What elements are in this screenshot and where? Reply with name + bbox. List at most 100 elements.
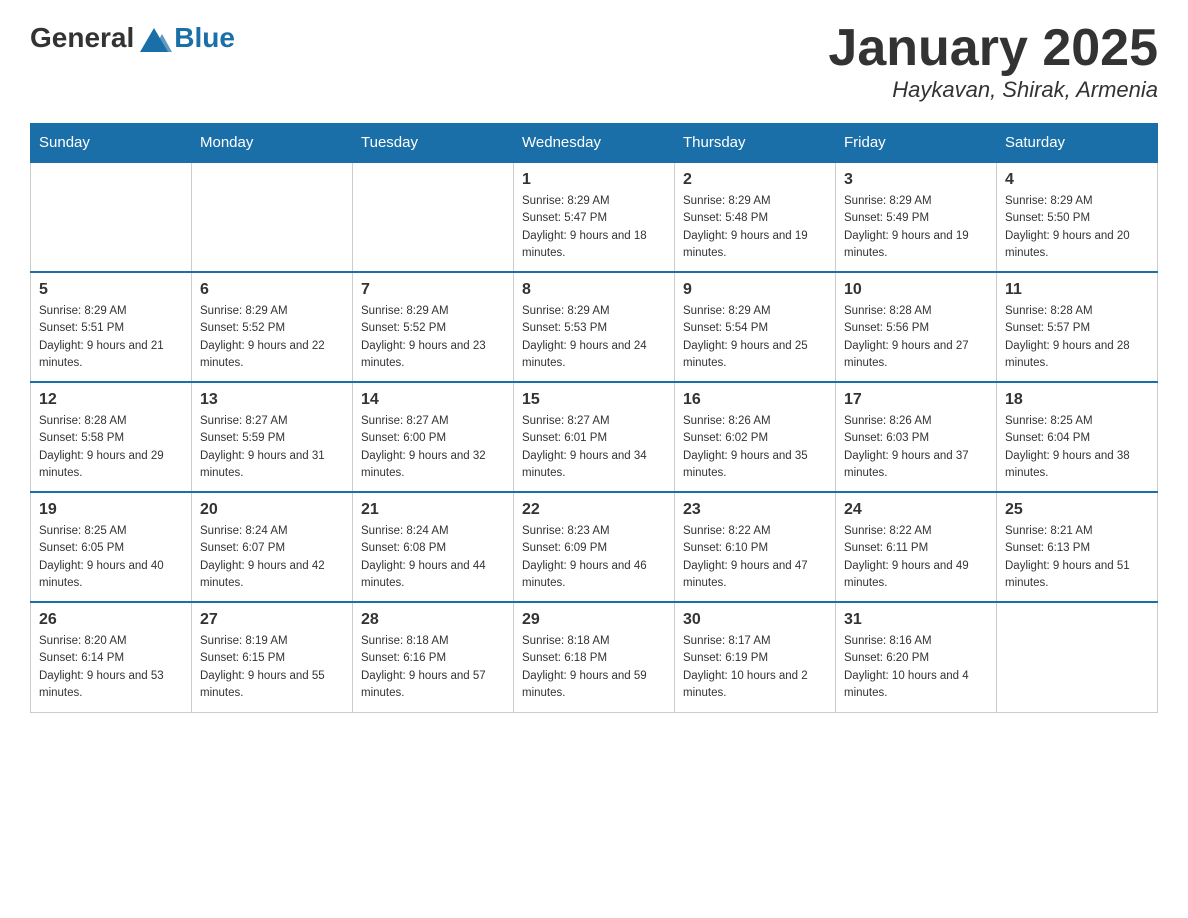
- day-info: Sunrise: 8:29 AMSunset: 5:52 PMDaylight:…: [200, 303, 344, 372]
- calendar-cell: 31Sunrise: 8:16 AMSunset: 6:20 PMDayligh…: [836, 602, 997, 712]
- day-number: 19: [39, 501, 183, 519]
- calendar-week-3: 12Sunrise: 8:28 AMSunset: 5:58 PMDayligh…: [31, 382, 1158, 492]
- calendar-cell: [31, 162, 192, 272]
- logo-blue-text: Blue: [174, 22, 235, 54]
- day-info: Sunrise: 8:24 AMSunset: 6:08 PMDaylight:…: [361, 523, 505, 592]
- calendar-cell: 25 Sunrise: 8:21 AMSunset: 6:13 PMDayligh…: [997, 492, 1158, 602]
- calendar-cell: 23Sunrise: 8:22 AMSunset: 6:10 PMDayligh…: [675, 492, 836, 602]
- day-number: 15: [522, 391, 666, 409]
- logo-general-text: General: [30, 22, 134, 54]
- column-header-tuesday: Tuesday: [353, 124, 514, 163]
- calendar-cell: 21 Sunrise: 8:24 AMSunset: 6:08 PMDayligh…: [353, 492, 514, 602]
- column-header-sunday: Sunday: [31, 124, 192, 163]
- day-info: Sunrise: 8:21 AMSunset: 6:13 PMDaylight:…: [1005, 523, 1149, 592]
- day-info: Sunrise: 8:29 AMSunset: 5:54 PMDaylight:…: [683, 303, 827, 372]
- day-info: Sunrise: 8:22 AMSunset: 6:11 PMDaylight:…: [844, 523, 988, 592]
- day-info: Sunrise: 8:25 AMSunset: 6:04 PMDaylight:…: [1005, 413, 1149, 482]
- calendar-cell: 6 Sunrise: 8:29 AMSunset: 5:52 PMDaylight…: [192, 272, 353, 382]
- calendar-cell: 8Sunrise: 8:29 AMSunset: 5:53 PMDaylight…: [514, 272, 675, 382]
- calendar-cell: 3 Sunrise: 8:29 AMSunset: 5:49 PMDaylight…: [836, 162, 997, 272]
- day-info: Sunrise: 8:18 AMSunset: 6:16 PMDaylight:…: [361, 633, 505, 702]
- day-number: 6: [200, 281, 344, 299]
- title-section: January 2025 Haykavan, Shirak, Armenia: [828, 20, 1158, 103]
- month-title: January 2025: [828, 20, 1158, 77]
- day-info: Sunrise: 8:18 AMSunset: 6:18 PMDaylight:…: [522, 633, 666, 702]
- day-number: 5: [39, 281, 183, 299]
- calendar-cell: 17 Sunrise: 8:26 AMSunset: 6:03 PMDayligh…: [836, 382, 997, 492]
- day-number: 14: [361, 391, 505, 409]
- day-number: 21: [361, 501, 505, 519]
- logo: General Blue: [30, 20, 235, 56]
- day-info: Sunrise: 8:29 AMSunset: 5:49 PMDaylight:…: [844, 193, 988, 262]
- day-info: Sunrise: 8:20 AMSunset: 6:14 PMDaylight:…: [39, 633, 183, 702]
- calendar-cell: 9Sunrise: 8:29 AMSunset: 5:54 PMDaylight…: [675, 272, 836, 382]
- day-info: Sunrise: 8:28 AMSunset: 5:56 PMDaylight:…: [844, 303, 988, 372]
- day-number: 17: [844, 391, 988, 409]
- calendar-cell: 27 Sunrise: 8:19 AMSunset: 6:15 PMDayligh…: [192, 602, 353, 712]
- day-info: Sunrise: 8:27 AMSunset: 6:01 PMDaylight:…: [522, 413, 666, 482]
- calendar-cell: 12Sunrise: 8:28 AMSunset: 5:58 PMDayligh…: [31, 382, 192, 492]
- day-number: 20: [200, 501, 344, 519]
- column-header-thursday: Thursday: [675, 124, 836, 163]
- day-info: Sunrise: 8:19 AMSunset: 6:15 PMDaylight:…: [200, 633, 344, 702]
- day-number: 22: [522, 501, 666, 519]
- day-number: 16: [683, 391, 827, 409]
- calendar-cell: 7Sunrise: 8:29 AMSunset: 5:52 PMDaylight…: [353, 272, 514, 382]
- day-number: 28: [361, 611, 505, 629]
- day-info: Sunrise: 8:26 AMSunset: 6:02 PMDaylight:…: [683, 413, 827, 482]
- column-header-monday: Monday: [192, 124, 353, 163]
- calendar-cell: 30 Sunrise: 8:17 AMSunset: 6:19 PMDayligh…: [675, 602, 836, 712]
- day-number: 13: [200, 391, 344, 409]
- day-info: Sunrise: 8:23 AMSunset: 6:09 PMDaylight:…: [522, 523, 666, 592]
- calendar-week-2: 5 Sunrise: 8:29 AMSunset: 5:51 PMDaylight…: [31, 272, 1158, 382]
- calendar-cell: 20Sunrise: 8:24 AMSunset: 6:07 PMDayligh…: [192, 492, 353, 602]
- calendar-cell: 2Sunrise: 8:29 AMSunset: 5:48 PMDaylight…: [675, 162, 836, 272]
- day-number: 2: [683, 171, 827, 189]
- day-info: Sunrise: 8:25 AMSunset: 6:05 PMDaylight:…: [39, 523, 183, 592]
- day-info: Sunrise: 8:28 AMSunset: 5:57 PMDaylight:…: [1005, 303, 1149, 372]
- column-header-wednesday: Wednesday: [514, 124, 675, 163]
- calendar-cell: [192, 162, 353, 272]
- day-number: 10: [844, 281, 988, 299]
- day-info: Sunrise: 8:16 AMSunset: 6:20 PMDaylight:…: [844, 633, 988, 702]
- calendar-cell: 14 Sunrise: 8:27 AMSunset: 6:00 PMDayligh…: [353, 382, 514, 492]
- calendar-cell: [997, 602, 1158, 712]
- calendar-cell: 1Sunrise: 8:29 AMSunset: 5:47 PMDaylight…: [514, 162, 675, 272]
- calendar-cell: 13Sunrise: 8:27 AMSunset: 5:59 PMDayligh…: [192, 382, 353, 492]
- day-number: 24: [844, 501, 988, 519]
- day-number: 18: [1005, 391, 1149, 409]
- calendar-cell: [353, 162, 514, 272]
- calendar-header-row: SundayMondayTuesdayWednesdayThursdayFrid…: [31, 124, 1158, 163]
- day-info: Sunrise: 8:29 AMSunset: 5:51 PMDaylight:…: [39, 303, 183, 372]
- calendar-cell: 28 Sunrise: 8:18 AMSunset: 6:16 PMDayligh…: [353, 602, 514, 712]
- calendar-cell: 24 Sunrise: 8:22 AMSunset: 6:11 PMDayligh…: [836, 492, 997, 602]
- location-title: Haykavan, Shirak, Armenia: [828, 77, 1158, 103]
- day-info: Sunrise: 8:27 AMSunset: 6:00 PMDaylight:…: [361, 413, 505, 482]
- calendar-week-5: 26 Sunrise: 8:20 AMSunset: 6:14 PMDayligh…: [31, 602, 1158, 712]
- day-number: 25: [1005, 501, 1149, 519]
- day-info: Sunrise: 8:17 AMSunset: 6:19 PMDaylight:…: [683, 633, 827, 702]
- calendar-cell: 5 Sunrise: 8:29 AMSunset: 5:51 PMDaylight…: [31, 272, 192, 382]
- logo-icon: [136, 20, 172, 56]
- calendar-cell: 16 Sunrise: 8:26 AMSunset: 6:02 PMDayligh…: [675, 382, 836, 492]
- calendar-cell: 10 Sunrise: 8:28 AMSunset: 5:56 PMDayligh…: [836, 272, 997, 382]
- column-header-saturday: Saturday: [997, 124, 1158, 163]
- calendar-table: SundayMondayTuesdayWednesdayThursdayFrid…: [30, 123, 1158, 713]
- day-number: 26: [39, 611, 183, 629]
- day-number: 3: [844, 171, 988, 189]
- day-number: 4: [1005, 171, 1149, 189]
- calendar-cell: 15 Sunrise: 8:27 AMSunset: 6:01 PMDayligh…: [514, 382, 675, 492]
- calendar-cell: 22 Sunrise: 8:23 AMSunset: 6:09 PMDayligh…: [514, 492, 675, 602]
- day-number: 1: [522, 171, 666, 189]
- column-header-friday: Friday: [836, 124, 997, 163]
- day-info: Sunrise: 8:22 AMSunset: 6:10 PMDaylight:…: [683, 523, 827, 592]
- calendar-cell: 26 Sunrise: 8:20 AMSunset: 6:14 PMDayligh…: [31, 602, 192, 712]
- day-info: Sunrise: 8:29 AMSunset: 5:53 PMDaylight:…: [522, 303, 666, 372]
- calendar-cell: 11Sunrise: 8:28 AMSunset: 5:57 PMDayligh…: [997, 272, 1158, 382]
- day-info: Sunrise: 8:26 AMSunset: 6:03 PMDaylight:…: [844, 413, 988, 482]
- day-number: 27: [200, 611, 344, 629]
- day-number: 30: [683, 611, 827, 629]
- calendar-week-1: 1Sunrise: 8:29 AMSunset: 5:47 PMDaylight…: [31, 162, 1158, 272]
- day-info: Sunrise: 8:29 AMSunset: 5:52 PMDaylight:…: [361, 303, 505, 372]
- day-number: 12: [39, 391, 183, 409]
